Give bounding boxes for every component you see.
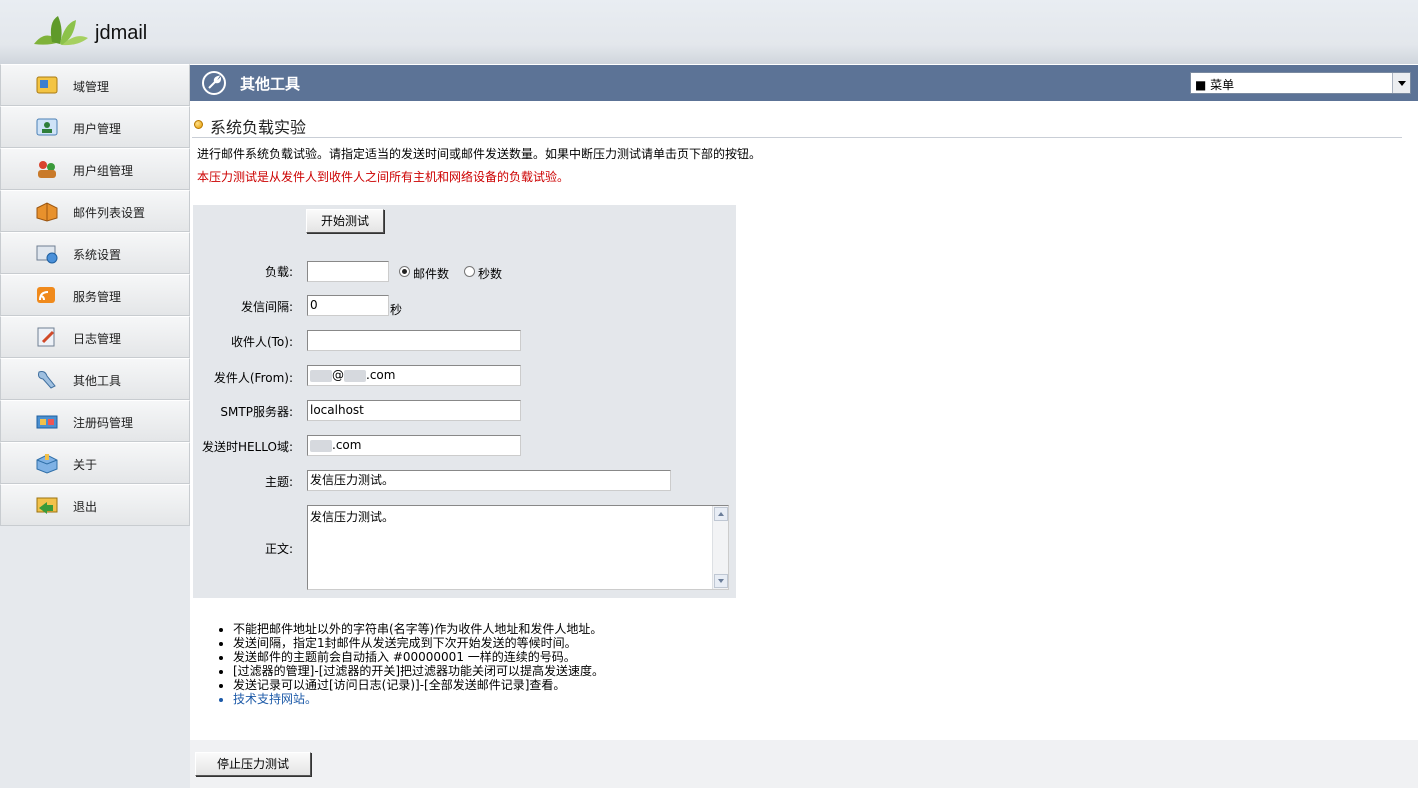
load-label: 负载: bbox=[264, 265, 293, 279]
sidebar-item-user[interactable]: 用户管理 bbox=[0, 106, 190, 148]
sidebar-item-label: 关于 bbox=[73, 458, 98, 472]
sidebar-item-label: 域管理 bbox=[73, 80, 110, 94]
redacted-text bbox=[344, 369, 366, 382]
stress-test-form: 开始测试 负载: 邮件数 秒数 发信间隔: 0 秒 收件人(To): 发件人(F… bbox=[193, 205, 736, 598]
list-item: 发送邮件的主题前会自动插入 #00000001 一样的连续的号码。 bbox=[233, 650, 604, 664]
section-title: 系统负载实验 bbox=[210, 118, 307, 137]
support-link[interactable]: 技术支持网站。 bbox=[233, 692, 604, 706]
section-description: 进行邮件系统负载试验。请指定适当的发送时间或邮件发送数量。如果中断压力测试请单击… bbox=[197, 147, 762, 161]
redacted-text bbox=[310, 369, 332, 382]
sidebar-item-mailing-list[interactable]: 邮件列表设置 bbox=[0, 190, 190, 232]
domain-icon bbox=[36, 76, 58, 94]
hello-input-domain: .com bbox=[332, 438, 362, 452]
log-icon bbox=[37, 327, 55, 347]
from-label: 发件人(From): bbox=[213, 371, 293, 385]
smtp-input[interactable]: localhost bbox=[307, 400, 521, 421]
sidebar: 域管理 用户管理 用户组管理 邮件列表设置 系统设置 服务管理 日志管理 其他工… bbox=[0, 64, 190, 788]
sidebar-item-user-group[interactable]: 用户组管理 bbox=[0, 148, 190, 190]
chevron-down-icon[interactable] bbox=[1392, 73, 1410, 93]
load-input[interactable] bbox=[307, 261, 389, 282]
menu-select[interactable]: ■ 菜单 bbox=[1190, 72, 1411, 94]
hello-label: 发送时HELLO域: bbox=[201, 440, 293, 454]
wrench-icon bbox=[202, 71, 226, 95]
about-icon bbox=[36, 454, 58, 474]
sidebar-item-system-settings[interactable]: 系统设置 bbox=[0, 232, 190, 274]
subject-label: 主题: bbox=[264, 475, 293, 489]
interval-input[interactable]: 0 bbox=[307, 295, 389, 316]
radio-mail-count-label: 邮件数 bbox=[413, 267, 450, 281]
sidebar-item-label: 用户管理 bbox=[73, 122, 122, 136]
sidebar-item-tools[interactable]: 其他工具 bbox=[0, 358, 190, 400]
redacted-text bbox=[310, 439, 332, 452]
leaf-logo-icon bbox=[34, 16, 88, 46]
scroll-up-icon[interactable] bbox=[714, 507, 728, 521]
system-settings-icon bbox=[36, 245, 58, 264]
sidebar-item-log[interactable]: 日志管理 bbox=[0, 316, 190, 358]
page-title-bar: 其他工具 ■ 菜单 bbox=[190, 65, 1418, 101]
radio-seconds-label: 秒数 bbox=[478, 267, 503, 281]
sidebar-item-label: 其他工具 bbox=[73, 374, 122, 388]
sidebar-item-label: 用户组管理 bbox=[73, 164, 134, 178]
menu-select-value: ■ 菜单 bbox=[1195, 78, 1235, 92]
from-input-domain: .com bbox=[366, 368, 396, 382]
brand-name: jdmail bbox=[95, 22, 148, 44]
hello-input[interactable]: .com bbox=[307, 435, 521, 456]
service-icon bbox=[37, 287, 55, 303]
radio-seconds[interactable] bbox=[464, 266, 475, 277]
sidebar-item-service[interactable]: 服务管理 bbox=[0, 274, 190, 316]
section-warning: 本压力测试是从发件人到收件人之间所有主机和网络设备的负载试验。 bbox=[197, 170, 570, 184]
bottom-bar: 停止压力测试 bbox=[190, 740, 1418, 788]
smtp-label: SMTP服务器: bbox=[220, 405, 293, 419]
license-icon bbox=[36, 415, 58, 429]
list-item: 发送间隔，指定1封邮件从发送完成到下次开始发送的等候时间。 bbox=[233, 636, 604, 650]
subject-input[interactable]: 发信压力测试。 bbox=[307, 470, 671, 491]
interval-unit: 秒 bbox=[390, 303, 403, 317]
sidebar-item-label: 退出 bbox=[73, 500, 98, 514]
sidebar-item-domain[interactable]: 域管理 bbox=[0, 64, 190, 106]
from-input-at: @ bbox=[332, 368, 344, 382]
textarea-scrollbar[interactable] bbox=[712, 506, 728, 589]
user-icon bbox=[36, 118, 58, 136]
sidebar-item-label: 服务管理 bbox=[73, 290, 122, 304]
sidebar-item-license[interactable]: 注册码管理 bbox=[0, 400, 190, 442]
body-text: 发信压力测试。 bbox=[310, 510, 395, 524]
sidebar-item-about[interactable]: 关于 bbox=[0, 442, 190, 484]
list-item: 不能把邮件地址以外的字符串(名字等)作为收件人地址和发件人地址。 bbox=[233, 622, 604, 636]
interval-label: 发信间隔: bbox=[240, 300, 293, 314]
to-input[interactable] bbox=[307, 330, 521, 351]
section-divider bbox=[192, 137, 1402, 138]
start-test-button[interactable]: 开始测试 bbox=[306, 209, 384, 233]
mailing-list-icon bbox=[36, 202, 58, 222]
scroll-down-icon[interactable] bbox=[714, 574, 728, 588]
notes-list: 不能把邮件地址以外的字符串(名字等)作为收件人地址和发件人地址。 发送间隔，指定… bbox=[217, 622, 604, 706]
top-header: jdmail bbox=[0, 0, 1418, 64]
list-item: [过滤器的管理]-[过滤器的开关]把过滤器功能关闭可以提高发送速度。 bbox=[233, 664, 604, 678]
from-input[interactable]: @ .com bbox=[307, 365, 521, 386]
list-item: 发送记录可以通过[访问日志(记录)]-[全部发送邮件记录]查看。 bbox=[233, 678, 604, 692]
tools-icon bbox=[38, 371, 56, 389]
logout-icon bbox=[36, 497, 58, 514]
page-title: 其他工具 bbox=[240, 75, 301, 93]
stop-test-button[interactable]: 停止压力测试 bbox=[195, 752, 311, 776]
sidebar-item-label: 日志管理 bbox=[73, 332, 122, 346]
sidebar-item-logout[interactable]: 退出 bbox=[0, 484, 190, 526]
bullet-dot-icon bbox=[194, 120, 203, 129]
body-textarea[interactable]: 发信压力测试。 bbox=[307, 505, 729, 590]
user-group-icon bbox=[38, 161, 56, 178]
sidebar-item-label: 系统设置 bbox=[73, 248, 122, 262]
radio-mail-count[interactable] bbox=[399, 266, 410, 277]
sidebar-item-label: 邮件列表设置 bbox=[73, 206, 146, 220]
sidebar-item-label: 注册码管理 bbox=[73, 416, 134, 430]
to-label: 收件人(To): bbox=[230, 335, 293, 349]
body-label: 正文: bbox=[264, 542, 293, 556]
